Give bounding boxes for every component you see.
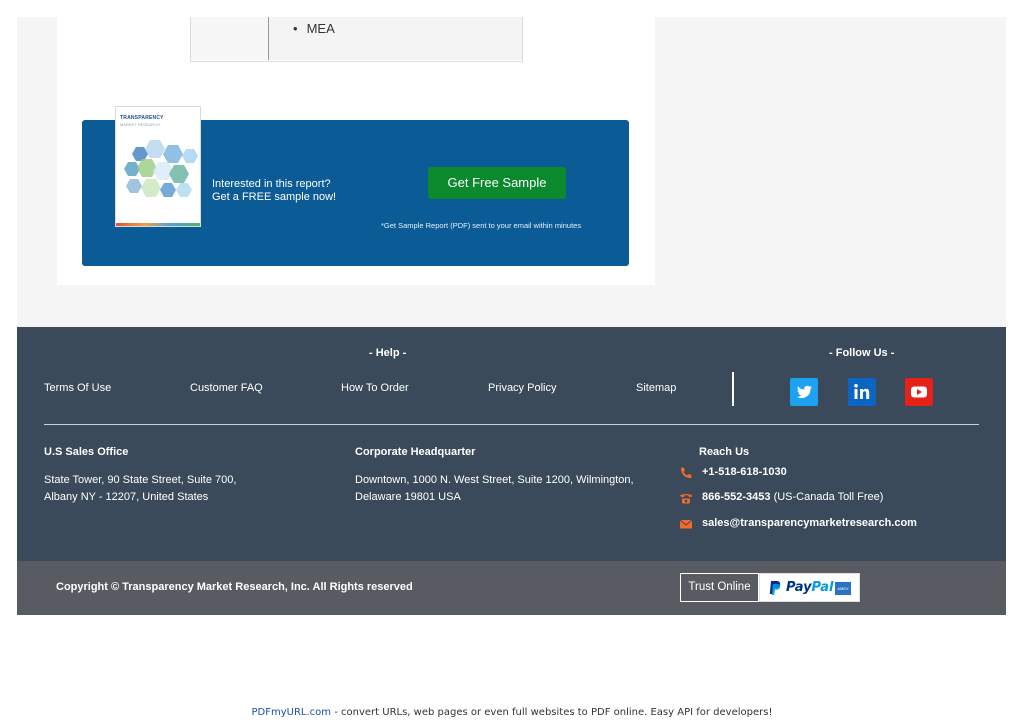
pdf-footer-note: PDFmyURL.com - convert URLs, web pages o… [0,707,1024,718]
us-office-line-2: Albany NY - 12207, United States [44,491,209,503]
pdfmyurl-link[interactable]: PDFmyURL.com [252,707,332,718]
sitemap-link[interactable]: Sitemap [636,382,676,394]
reach-us-title: Reach Us [699,446,750,458]
phone-number: +1-518-618-1030 [702,466,787,478]
headquarter-line-2: Delaware 19801 USA [355,491,461,503]
privacy-policy-link[interactable]: Privacy Policy [488,382,556,394]
report-cover-image[interactable]: TRANSPARENCY MARKET RESEARCH [115,106,201,227]
pdf-note-text: - convert URLs, web pages or even full w… [331,707,773,718]
terms-of-use-link[interactable]: Terms Of Use [44,382,111,394]
hexagon-pattern-icon [124,140,198,197]
region-list-item: MEA [293,21,335,36]
paypal-wordmark: PayPal [786,580,834,595]
email-icon [679,519,693,529]
trust-online-badge[interactable]: Trust Online [680,573,759,602]
follow-heading: - Follow Us - [829,347,895,359]
youtube-icon[interactable] [905,378,933,406]
linkedin-icon[interactable] [848,378,876,406]
copyright-text: Copyright © Transparency Market Research… [56,581,413,593]
get-free-sample-button[interactable]: Get Free Sample [428,167,566,199]
headquarter-title: Corporate Headquarter [355,446,476,458]
banner-note: *Get Sample Report (PDF) sent to your em… [381,221,582,230]
twitter-icon[interactable] [790,378,818,406]
telephone-icon [680,494,692,504]
cover-color-strip [116,223,200,226]
paypal-logo-icon [769,581,781,595]
region-table: MEA [190,17,523,62]
banner-line-1: Interested in this report? [212,178,331,190]
banner-line-2: Get a FREE sample now! [212,191,337,203]
footer-divider-horizontal [44,424,979,425]
copyright-bar: Copyright © Transparency Market Research… [17,561,1006,615]
banner-text: Interested in this report? Get a FREE sa… [212,178,336,204]
us-office-title: U.S Sales Office [44,446,129,458]
table-cell-label [191,17,269,60]
phone-icon [681,467,692,478]
amex-card-icon: AMEX [835,582,851,595]
footer: - Help - - Follow Us - Terms Of Use Cust… [17,327,1006,561]
customer-faq-link[interactable]: Customer FAQ [190,382,263,394]
help-heading: - Help - [369,347,407,359]
footer-divider-vertical [732,372,734,406]
how-to-order-link[interactable]: How To Order [341,382,409,394]
toll-free-number: 866-552-3453 [702,491,771,503]
us-office-line-1: State Tower, 90 State Street, Suite 700, [44,474,237,486]
email-address: sales@transparencymarketresearch.com [702,517,917,529]
toll-free-note: (US-Canada Toll Free) [770,491,884,503]
headquarter-line-1: Downtown, 1000 N. West Street, Suite 120… [355,474,634,486]
paypal-badge[interactable]: PayPal AMEX [759,573,860,602]
